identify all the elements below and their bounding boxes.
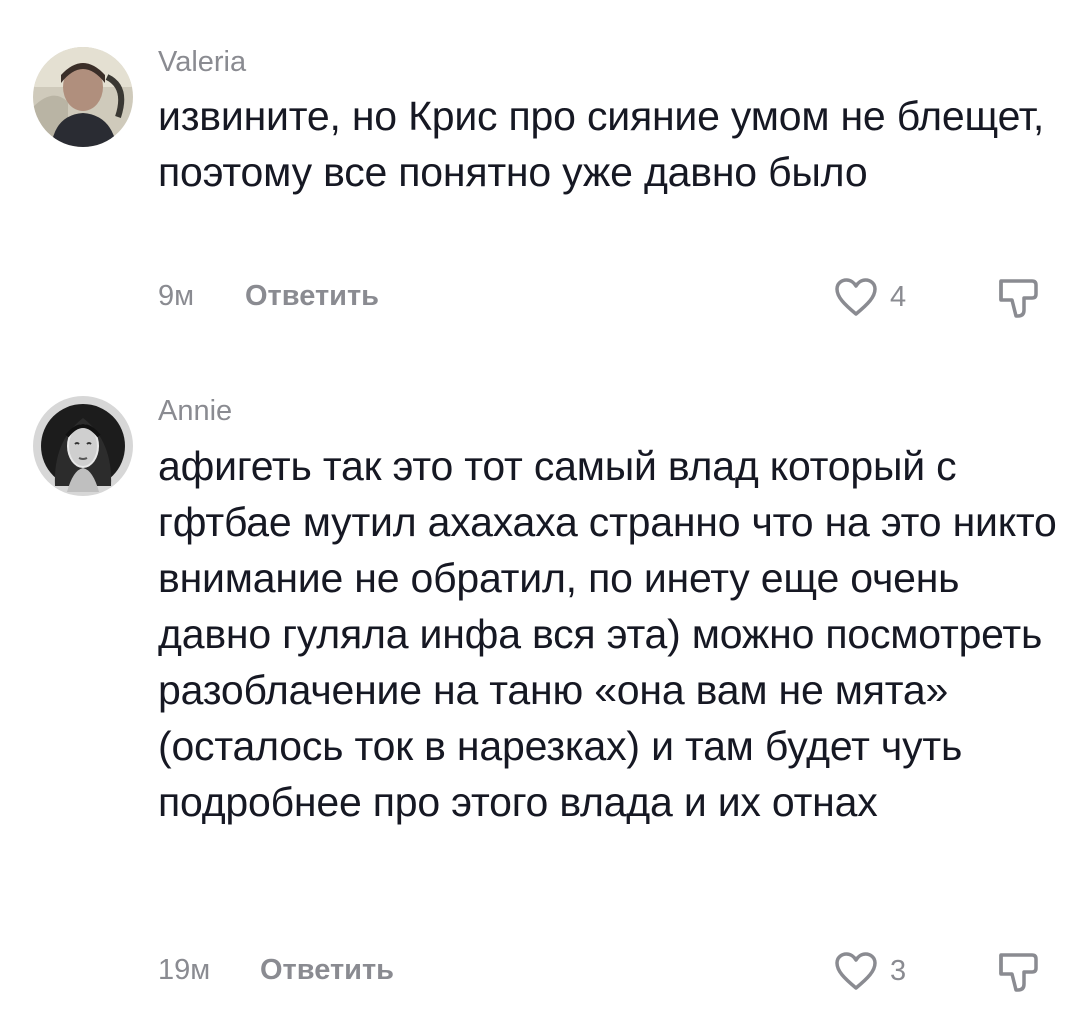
heart-outline-icon bbox=[835, 278, 877, 316]
comment-item: Valeria извините, но Крис про сияние умо… bbox=[0, 0, 1079, 350]
comment-text: афигеть так это тот самый влад который с… bbox=[158, 443, 1057, 825]
user-avatar[interactable] bbox=[33, 396, 133, 496]
like-count: 4 bbox=[890, 280, 907, 313]
like-count: 3 bbox=[890, 954, 907, 987]
comment-timestamp: 19м bbox=[158, 954, 211, 986]
user-avatar[interactable] bbox=[33, 47, 133, 147]
dislike-button[interactable] bbox=[996, 950, 1040, 1001]
dislike-button[interactable] bbox=[996, 276, 1040, 327]
thumbs-down-icon bbox=[999, 279, 1038, 318]
reply-button[interactable]: Ответить bbox=[260, 956, 394, 985]
comment-text: извините, но Крис про сияние умом не бле… bbox=[158, 93, 1045, 195]
avatar-engraving-icon bbox=[33, 396, 133, 496]
avatar-photo-icon bbox=[33, 47, 133, 147]
heart-outline-icon bbox=[835, 952, 877, 990]
comment-item: Annie афигеть так это тот самый влад кот… bbox=[0, 350, 1079, 1010]
comment-username[interactable]: Valeria bbox=[158, 48, 246, 77]
reply-button[interactable]: Ответить bbox=[245, 282, 379, 311]
like-button[interactable]: 3 bbox=[834, 951, 906, 991]
comment-username[interactable]: Annie bbox=[158, 397, 232, 426]
thumbs-down-icon bbox=[999, 953, 1038, 992]
comment-timestamp: 9м bbox=[158, 280, 195, 312]
like-button[interactable]: 4 bbox=[834, 277, 906, 317]
